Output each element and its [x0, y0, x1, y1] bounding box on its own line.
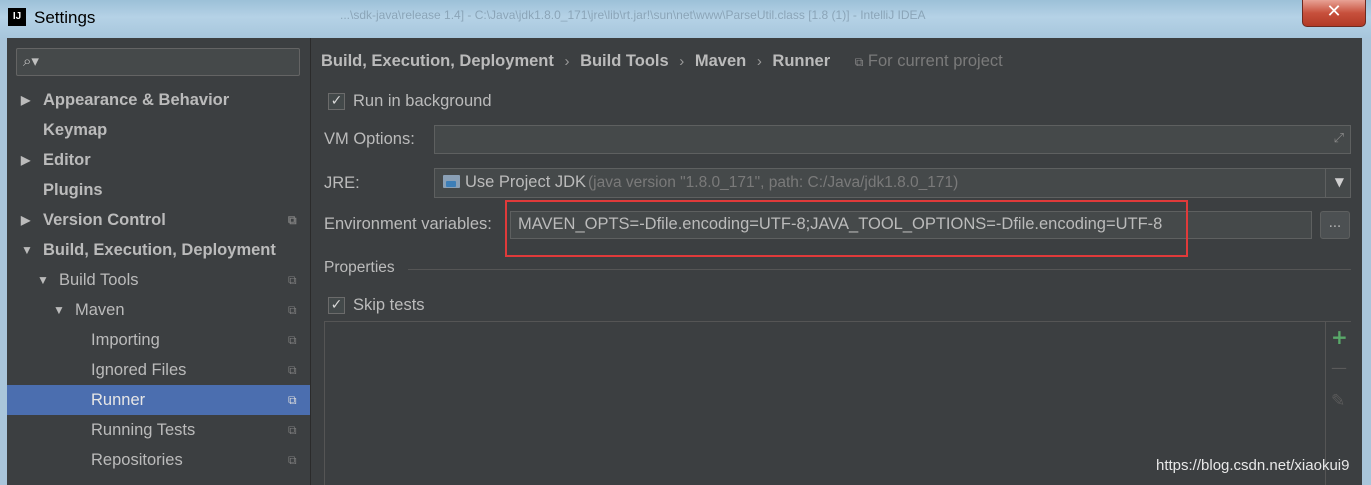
sidebar-item-version-control[interactable]: ▶ Version Control ⧉: [7, 205, 310, 235]
combo-separator: [1325, 169, 1326, 197]
sidebar-item-label: Repositories: [91, 451, 183, 469]
breadcrumb-item-maven: Maven: [694, 52, 747, 70]
settings-search-input[interactable]: ⌕▾: [16, 48, 300, 76]
intellij-logo-icon: IJ: [8, 8, 26, 26]
environment-variables-label: Environment variables:: [324, 215, 492, 233]
breadcrumb-separator: ›: [564, 53, 570, 70]
remove-icon[interactable]: —: [1331, 358, 1347, 377]
sidebar-item-plugins[interactable]: Plugins: [7, 175, 310, 205]
sidebar-item-label: Running Tests: [91, 421, 196, 439]
project-scope-icon: ⧉: [288, 273, 297, 287]
chevron-down-icon[interactable]: ▼: [37, 265, 49, 295]
edit-environment-variables-button[interactable]: ...: [1320, 211, 1350, 239]
breadcrumb-item-runner: Runner: [772, 52, 831, 70]
add-icon[interactable]: +: [1331, 325, 1348, 349]
sidebar-item-label: Version Control: [43, 211, 166, 229]
window-frame-right: [1362, 38, 1371, 485]
project-scope-icon: ⧉: [288, 303, 297, 317]
sidebar-item-importing[interactable]: Importing ⧉: [7, 325, 310, 355]
sidebar-item-ignored-files[interactable]: Ignored Files ⧉: [7, 355, 310, 385]
scope-label: For current project: [867, 52, 1003, 70]
breadcrumb-separator: ›: [679, 53, 685, 70]
sidebar-item-appearance-behavior[interactable]: ▶ Appearance & Behavior: [7, 85, 310, 115]
sidebar-item-label: Build, Execution, Deployment: [43, 241, 276, 259]
sidebar-item-label: Keymap: [43, 121, 108, 139]
sidebar-item-label: Importing: [91, 331, 160, 349]
project-scope-icon: ⧉: [288, 393, 297, 407]
sidebar-item-label: Maven: [75, 301, 125, 319]
skip-tests-label[interactable]: Skip tests: [353, 296, 425, 315]
edit-icon[interactable]: ✎: [1331, 391, 1345, 411]
project-scope-icon: ⧉: [288, 333, 297, 347]
jdk-folder-icon: [443, 175, 460, 188]
close-button[interactable]: ✕: [1302, 0, 1366, 27]
chevron-down-icon[interactable]: ▼: [53, 295, 65, 325]
sidebar-item-editor[interactable]: ▶ Editor: [7, 145, 310, 175]
watermark: https://blog.csdn.net/xiaokui9: [1156, 457, 1350, 474]
project-scope-icon: ⧉: [288, 213, 297, 227]
vm-options-input[interactable]: ⤢: [434, 125, 1351, 154]
title-bar: ...\sdk-java\release 1.4] - C:\Java\jdk1…: [0, 0, 1371, 38]
sidebar-item-keymap[interactable]: Keymap: [7, 115, 310, 145]
jre-label: JRE:: [324, 174, 360, 192]
sidebar-item-repositories[interactable]: Repositories ⧉: [7, 445, 310, 475]
project-scope-icon: ⧉: [288, 423, 297, 437]
sidebar-item-label: Appearance & Behavior: [43, 91, 230, 109]
search-icon[interactable]: ⌕▾: [23, 52, 39, 70]
sidebar-item-label: Build Tools: [59, 271, 139, 289]
sidebar-item-label: Ignored Files: [91, 361, 187, 379]
window-frame-left: [0, 38, 7, 485]
jre-detail: (java version "1.8.0_171", path: C:/Java…: [588, 174, 959, 191]
run-in-background-checkbox[interactable]: ✓: [328, 93, 345, 110]
project-scope-icon: ⧉: [288, 363, 297, 377]
chevron-right-icon[interactable]: ▶: [21, 145, 30, 175]
vm-options-label: VM Options:: [324, 130, 415, 148]
project-scope-icon: ⧉: [854, 55, 864, 69]
breadcrumb-separator: ›: [756, 53, 762, 70]
project-scope-icon: ⧉: [288, 453, 297, 467]
sidebar-item-maven[interactable]: ▼ Maven ⧉: [7, 295, 310, 325]
chevron-down-icon[interactable]: ▼: [1335, 175, 1344, 189]
expand-icon[interactable]: ⤢: [1334, 131, 1344, 146]
run-in-background-label[interactable]: Run in background: [353, 92, 492, 111]
jre-value: Use Project JDK: [465, 173, 587, 191]
sidebar-item-running-tests[interactable]: Running Tests ⧉: [7, 415, 310, 445]
sidebar-item-build-execution-deployment[interactable]: ▼ Build, Execution, Deployment: [7, 235, 310, 265]
window-title: Settings: [34, 8, 96, 27]
breadcrumb-item-build-tools: Build Tools: [580, 52, 669, 70]
background-window-title: ...\sdk-java\release 1.4] - C:\Java\jdk1…: [340, 8, 926, 22]
breadcrumb-item-build-execution-deployment: Build, Execution, Deployment: [321, 52, 554, 70]
properties-section-title: Properties: [324, 259, 395, 276]
sidebar-item-label: Editor: [43, 151, 91, 169]
sidebar-item-runner[interactable]: Runner ⧉: [7, 385, 310, 415]
sidebar-item-build-tools[interactable]: ▼ Build Tools ⧉: [7, 265, 310, 295]
chevron-right-icon[interactable]: ▶: [21, 205, 30, 235]
skip-tests-checkbox[interactable]: ✓: [328, 297, 345, 314]
annotation-highlight-box: [505, 200, 1188, 257]
sidebar-item-label: Runner: [91, 391, 146, 409]
jre-select[interactable]: Use Project JDK (java version "1.8.0_171…: [434, 168, 1351, 198]
chevron-right-icon[interactable]: ▶: [21, 85, 30, 115]
properties-separator: [408, 269, 1351, 270]
breadcrumb: Build, Execution, Deployment › Build Too…: [321, 52, 1003, 71]
sidebar-item-label: Plugins: [43, 181, 103, 199]
chevron-down-icon[interactable]: ▼: [21, 235, 33, 265]
